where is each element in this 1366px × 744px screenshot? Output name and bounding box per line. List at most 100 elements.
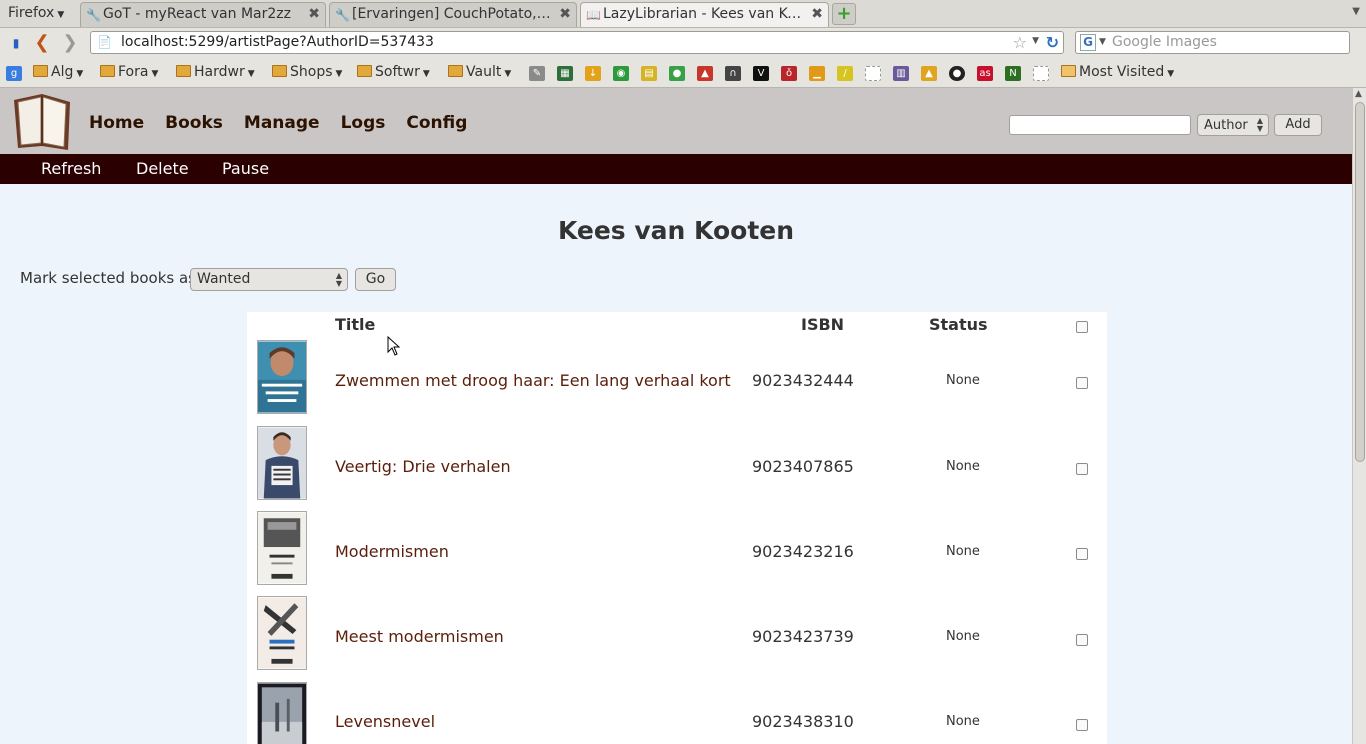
back-arrow-icon: ❮ xyxy=(34,32,50,53)
book-title-link[interactable]: Meest modermismen xyxy=(335,627,504,646)
forward-button[interactable]: ❯ xyxy=(60,33,80,53)
book-select-checkbox[interactable] xyxy=(1076,634,1088,646)
wrench-icon[interactable]: ✎ xyxy=(529,66,545,81)
close-icon[interactable]: ✖ xyxy=(559,6,571,22)
go-button[interactable]: Go xyxy=(355,268,396,291)
bookmark-icon[interactable]: V xyxy=(753,66,769,81)
bookmark-folder-hardwr[interactable]: Hardwr ▼ xyxy=(176,64,255,80)
tab-list-chevron-icon[interactable]: ▼ xyxy=(1352,6,1360,17)
nav-home[interactable]: Home xyxy=(89,113,144,133)
scroll-up-icon[interactable]: ▲ xyxy=(1355,89,1362,99)
github-icon[interactable]: ● xyxy=(949,66,965,81)
nav-books[interactable]: Books xyxy=(165,113,223,133)
tab-lazylibrarian[interactable]: 📖 LazyLibrarian - Kees van Ko... ✖ xyxy=(580,2,829,27)
bookmark-icon[interactable]: ▲ xyxy=(921,66,937,81)
column-header-isbn[interactable]: ISBN xyxy=(801,315,844,334)
book-title-link[interactable]: Levensnevel xyxy=(335,712,435,731)
download-arrow-icon[interactable]: ↓ xyxy=(585,66,601,81)
search-bar[interactable]: G ▼ Google Images xyxy=(1075,31,1350,54)
book-select-checkbox[interactable] xyxy=(1076,719,1088,731)
book-cover-image[interactable] xyxy=(257,682,307,744)
book-cover-image[interactable] xyxy=(257,426,307,500)
book-status: None xyxy=(946,459,980,474)
bookmark-folder-softwr[interactable]: Softwr ▼ xyxy=(357,64,430,80)
book-title-link[interactable]: Modermismen xyxy=(335,542,449,561)
bookmark-icon[interactable] xyxy=(865,66,881,81)
bookmark-icon[interactable]: ▲ xyxy=(697,66,713,81)
google-icon[interactable]: G xyxy=(1080,34,1096,51)
bookmark-icon[interactable]: as xyxy=(977,66,993,81)
firefox-menu-button[interactable]: Firefox ▼ xyxy=(2,3,74,24)
tab-got[interactable]: 🔧 GoT - myReact van Mar2zz ✖ xyxy=(80,2,326,27)
bookmark-folder-alg[interactable]: Alg ▼ xyxy=(33,64,83,80)
bookmark-icon[interactable]: / xyxy=(837,66,853,81)
book-cover-image[interactable] xyxy=(257,340,307,414)
page-content: Home Books Manage Logs Config Author ▲ ▼ Add … xyxy=(0,88,1352,744)
reload-icon[interactable]: ↻ xyxy=(1046,33,1059,52)
book-select-checkbox[interactable] xyxy=(1076,548,1088,560)
bookmark-most-visited[interactable]: Most Visited ▼ xyxy=(1061,64,1174,80)
wrench-icon: 🔧 xyxy=(86,8,101,22)
tab-ervaringen[interactable]: 🔧 [Ervaringen] CouchPotato, ... ✖ xyxy=(329,2,577,27)
book-select-checkbox[interactable] xyxy=(1076,463,1088,475)
bookmark-folder-label: Hardwr xyxy=(194,64,245,80)
book-cover-image[interactable] xyxy=(257,596,307,670)
close-icon[interactable]: ✖ xyxy=(308,6,320,22)
google-apps-icon[interactable]: g xyxy=(6,66,22,81)
author-search-input[interactable] xyxy=(1009,115,1191,135)
folder-icon xyxy=(448,65,463,77)
book-isbn: 9023423216 xyxy=(752,542,854,561)
bookmark-star-icon[interactable]: ☆ xyxy=(1013,33,1027,52)
add-button[interactable]: Add xyxy=(1274,114,1322,136)
author-actions-bar: Refresh Delete Pause xyxy=(0,154,1352,184)
delete-button[interactable]: Delete xyxy=(136,159,189,178)
book-cover-image[interactable] xyxy=(257,511,307,585)
book-select-checkbox[interactable] xyxy=(1076,377,1088,389)
select-all-checkbox[interactable] xyxy=(1076,321,1088,333)
tab-label: LazyLibrarian - Kees van Ko... xyxy=(603,6,804,22)
bar-chart-icon[interactable]: ▁ xyxy=(809,66,825,81)
bookmark-folder-vault[interactable]: Vault ▼ xyxy=(448,64,511,80)
mark-status-value: Wanted xyxy=(197,271,251,287)
tab-label: GoT - myReact van Mar2zz xyxy=(103,6,291,22)
nav-manage[interactable]: Manage xyxy=(244,113,320,133)
pause-button[interactable]: Pause xyxy=(222,159,269,178)
bookmark-icon[interactable]: ▦ xyxy=(557,66,573,81)
chevron-down-icon: ▼ xyxy=(151,69,159,79)
firefox-menu-label: Firefox xyxy=(8,5,55,21)
books-icon[interactable]: ▥ xyxy=(893,66,909,81)
column-header-title[interactable]: Title xyxy=(335,315,375,334)
bookmark-icon[interactable] xyxy=(1033,66,1049,81)
back-button[interactable]: ❮ xyxy=(32,33,52,53)
url-bar[interactable]: 📄 localhost:5299/artistPage?AuthorID=537… xyxy=(90,31,1064,54)
bookmark-icon[interactable]: N xyxy=(1005,66,1021,81)
nav-logs[interactable]: Logs xyxy=(341,113,386,133)
bookmark-folder-fora[interactable]: Fora ▼ xyxy=(100,64,158,80)
folder-icon xyxy=(357,65,372,77)
new-tab-button[interactable]: + xyxy=(832,3,856,25)
cherry-icon[interactable]: ǒ xyxy=(781,66,797,81)
identity-icon[interactable]: ▮ xyxy=(6,33,26,53)
scrollbar-thumb[interactable] xyxy=(1355,102,1365,462)
page-scrollbar[interactable]: ▲ xyxy=(1352,88,1366,744)
mark-status-select[interactable]: Wanted ▲ ▼ xyxy=(190,268,348,291)
book-title-link[interactable]: Zwemmen met droog haar: Een lang verhaal… xyxy=(335,371,731,390)
nav-config[interactable]: Config xyxy=(406,113,467,133)
chevron-down-icon[interactable]: ▼ xyxy=(1099,37,1106,47)
close-icon[interactable]: ✖ xyxy=(811,6,823,22)
book-logo-icon[interactable] xyxy=(8,90,78,152)
bookmark-icon[interactable]: ▤ xyxy=(641,66,657,81)
updown-chevron-icon: ▲ ▼ xyxy=(1256,116,1263,133)
chevron-down-icon: ▼ xyxy=(504,69,512,79)
bookmark-folder-shops[interactable]: Shops ▼ xyxy=(272,64,342,80)
bookmark-icon[interactable]: ◉ xyxy=(613,66,629,81)
search-type-select[interactable]: Author ▲ ▼ xyxy=(1197,114,1269,136)
table-row: Levensnevel 9023438310 None xyxy=(247,682,1107,744)
refresh-button[interactable]: Refresh xyxy=(41,159,101,178)
column-header-status[interactable]: Status xyxy=(929,315,988,334)
headphones-icon[interactable]: ∩ xyxy=(725,66,741,81)
chevron-down-icon[interactable]: ▼ xyxy=(1032,36,1039,46)
book-isbn: 9023423739 xyxy=(752,627,854,646)
bookmark-icon[interactable]: ● xyxy=(669,66,685,81)
book-title-link[interactable]: Veertig: Drie verhalen xyxy=(335,457,511,476)
